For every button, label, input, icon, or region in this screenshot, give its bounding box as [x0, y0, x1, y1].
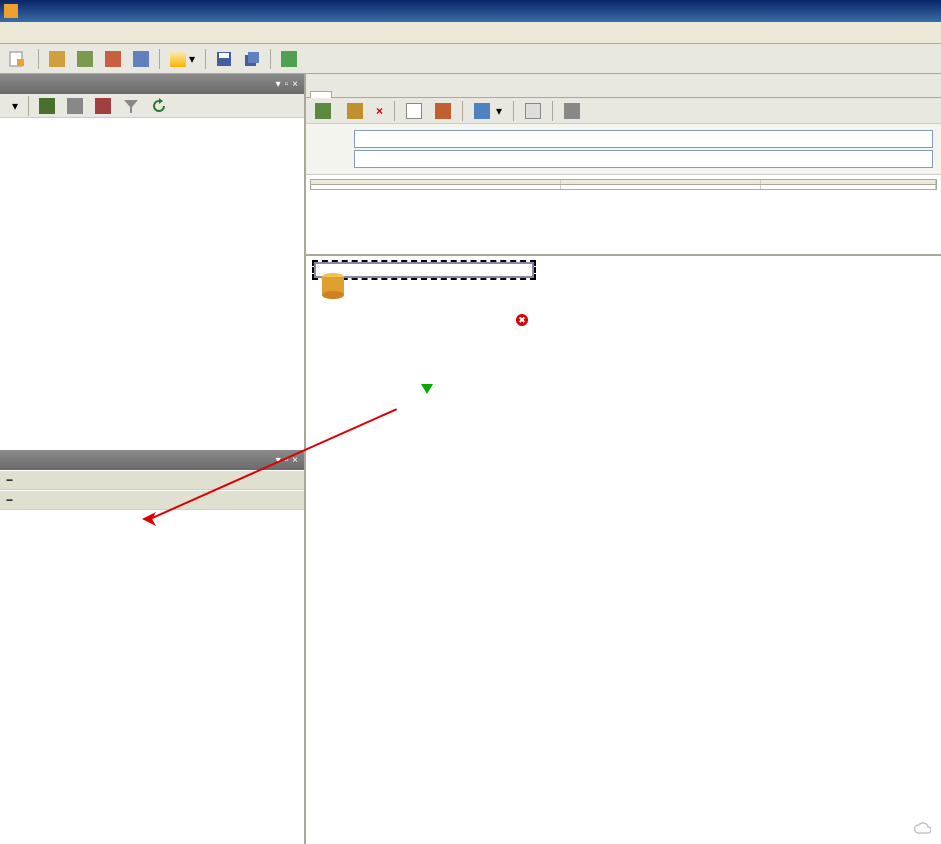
cell-schedule [761, 185, 936, 189]
new-query-button[interactable] [4, 48, 33, 70]
filter-button[interactable] [118, 95, 144, 117]
open-icon [170, 51, 186, 67]
new-query-icon [9, 51, 25, 67]
name-input[interactable] [354, 130, 933, 148]
save-all-button[interactable] [239, 48, 265, 70]
desc-input[interactable] [354, 150, 933, 168]
stop-button[interactable] [90, 95, 116, 117]
object-explorer-toolbar: ▾ [0, 94, 304, 118]
separator [38, 49, 39, 69]
toolbox-section-general[interactable] [0, 490, 304, 510]
folder-icon [49, 51, 65, 67]
title-bar [0, 0, 941, 22]
arrowhead-icon [142, 512, 156, 526]
separator [270, 49, 271, 69]
add-subplan-button[interactable] [310, 100, 339, 122]
tb-btn-4[interactable] [128, 48, 154, 70]
properties-panel [306, 124, 941, 175]
menu-edit[interactable] [16, 31, 28, 35]
menu-format[interactable] [64, 31, 76, 35]
tb-btn-1[interactable] [44, 48, 70, 70]
watermark-yisu [913, 820, 935, 838]
report-icon [133, 51, 149, 67]
app-icon [4, 4, 18, 18]
report-button[interactable] [520, 100, 546, 122]
menu-help[interactable] [112, 31, 124, 35]
subplan-grid [310, 179, 937, 190]
schedule-button[interactable] [430, 100, 456, 122]
grid-header-schedule[interactable] [761, 180, 936, 184]
manage-connections-button[interactable]: ▾ [469, 100, 507, 122]
db-icon [77, 51, 93, 67]
connect-button[interactable]: ▾ [4, 95, 23, 117]
object-explorer-tree[interactable] [0, 118, 304, 450]
tb-btn-3[interactable] [100, 48, 126, 70]
menu-project[interactable] [40, 31, 52, 35]
grid-row[interactable] [311, 185, 936, 189]
save-button[interactable] [211, 48, 237, 70]
tb-btn-2[interactable] [72, 48, 98, 70]
delete-button[interactable]: × [371, 100, 388, 122]
menu-debug[interactable] [52, 31, 64, 35]
grid-header-desc[interactable] [561, 180, 761, 184]
activity-icon [281, 51, 297, 67]
refresh-button[interactable] [146, 95, 172, 117]
document-tabs [306, 74, 941, 98]
designer-toolbar: × ▾ [306, 98, 941, 124]
disconnect-button[interactable] [62, 95, 88, 117]
menu-window[interactable] [88, 31, 100, 35]
toolbox-header: ▾▫× [0, 450, 304, 470]
report-icon [525, 103, 541, 119]
menu-file[interactable] [4, 31, 16, 35]
plug-icon [39, 98, 55, 114]
main-toolbar: ▾ [0, 44, 941, 74]
database-icon [320, 272, 346, 302]
grid-header-subplan[interactable] [311, 180, 561, 184]
tab-design[interactable] [310, 91, 332, 98]
filter-icon [123, 98, 139, 114]
save-all-icon [244, 51, 260, 67]
calendar-button[interactable] [401, 100, 427, 122]
refresh-icon [151, 98, 167, 114]
dropdown-icon[interactable]: ▾ [276, 79, 281, 90]
cell-desc [561, 185, 761, 189]
error-icon: ✖ [516, 314, 528, 326]
menu-tools[interactable] [76, 31, 88, 35]
menu-community[interactable] [100, 31, 112, 35]
menu-view[interactable] [28, 31, 40, 35]
backup-task-node[interactable]: ✖ [314, 262, 534, 278]
connections-icon [474, 103, 490, 119]
cube-icon [105, 51, 121, 67]
add-icon [315, 103, 331, 119]
delete-icon: × [376, 104, 383, 118]
edit-button[interactable] [342, 100, 368, 122]
object-explorer-header: ▾ ▫× [0, 74, 304, 94]
menu-bar [0, 22, 941, 44]
pencil-icon [347, 103, 363, 119]
schedule-icon [435, 103, 451, 119]
servers-icon [564, 103, 580, 119]
stop-icon [95, 98, 111, 114]
open-button[interactable]: ▾ [165, 48, 200, 70]
flow-arrow-icon[interactable] [421, 384, 433, 394]
connect-icon-button[interactable] [34, 95, 60, 117]
calendar-icon [406, 103, 422, 119]
pin-icon[interactable]: ▫ [285, 79, 289, 90]
separator [205, 49, 206, 69]
separator [159, 49, 160, 69]
toolbox-panel [0, 470, 304, 844]
unplug-icon [67, 98, 83, 114]
cloud-icon [913, 820, 931, 838]
save-icon [216, 51, 232, 67]
servers-button[interactable] [559, 100, 588, 122]
cell-subplan [311, 185, 561, 189]
toolbox-section-maintenance[interactable] [0, 470, 304, 490]
close-icon[interactable]: × [292, 79, 298, 90]
design-canvas[interactable]: ✖ [306, 254, 941, 844]
activity-button[interactable] [276, 48, 302, 70]
